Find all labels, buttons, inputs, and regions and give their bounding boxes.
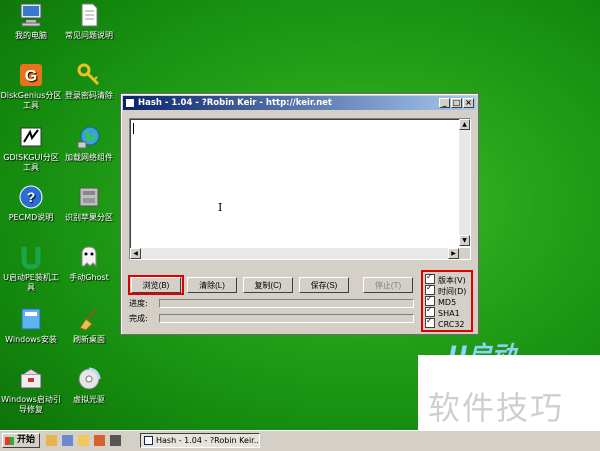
minimize-button[interactable]: _ <box>439 98 450 108</box>
desktop-icon-label: Windows启动引导修复 <box>1 395 61 414</box>
desktop-icon-label: 登录密码清除 <box>65 91 113 100</box>
checkbox-checked-icon <box>425 316 435 328</box>
desktop-icon-diskgenius[interactable]: G DiskGenius分区工具 <box>0 62 62 111</box>
desktop-icon-label: PECMD说明 <box>8 213 54 222</box>
desktop-icon-boot-repair[interactable]: Windows启动引导修复 <box>0 366 62 415</box>
stop-button[interactable]: 停止(T) <box>363 277 413 293</box>
checkbox-crc32[interactable]: CRC32 <box>425 316 465 329</box>
quicklaunch-explorer-icon[interactable] <box>46 435 57 446</box>
cd-icon <box>76 366 102 392</box>
scrollbar-corner <box>459 248 470 259</box>
quicklaunch-folder-icon[interactable] <box>78 435 89 446</box>
globe-icon <box>76 124 102 150</box>
desktop-icon-label: 虚拟光驱 <box>73 395 105 404</box>
document-icon <box>76 2 102 28</box>
start-button[interactable]: 开始 <box>2 433 40 448</box>
save-button[interactable]: 保存(S) <box>299 277 349 293</box>
complete-bar <box>159 314 414 323</box>
desktop-icon-virtual-drive[interactable]: 虚拟光驱 <box>58 366 120 405</box>
gdiskgui-icon <box>18 124 44 150</box>
checkbox-label: 时间(D) <box>438 287 467 296</box>
checkbox-label: MD5 <box>438 298 457 307</box>
broom-icon <box>76 306 102 332</box>
desktop-icon-windows-setup[interactable]: Windows安装 <box>0 306 62 345</box>
desktop-icon-faq[interactable]: 常见问题说明 <box>58 2 120 41</box>
task-label: Hash - 1.04 - ?Robin Keir... <box>156 436 260 445</box>
window-title: Hash - 1.04 - ?Robin Keir - http://keir.… <box>138 98 332 108</box>
desktop-icon-ghost[interactable]: 手动Ghost <box>58 244 120 283</box>
drive-icon <box>76 184 102 210</box>
taskbar-hash-window[interactable]: Hash - 1.04 - ?Robin Keir... <box>140 433 260 448</box>
quicklaunch-tool-icon[interactable] <box>62 435 73 446</box>
hash-window: Hash - 1.04 - ?Robin Keir - http://keir.… <box>120 93 479 335</box>
checkbox-label: SHA1 <box>438 309 460 318</box>
copy-button[interactable]: 复制(C) <box>243 277 293 293</box>
scroll-down-icon[interactable]: ▼ <box>459 235 470 246</box>
checkbox-label: 版本(V) <box>438 276 466 285</box>
quicklaunch-cmd-icon[interactable] <box>110 435 121 446</box>
desktop-icon-label: 刷新桌面 <box>73 335 105 344</box>
progress-label: 进度: <box>129 299 148 308</box>
vertical-scrollbar[interactable]: ▲ ▼ <box>459 119 470 246</box>
close-button[interactable]: × <box>463 98 474 108</box>
desktop-icon-label: 识别苹果分区 <box>65 213 113 222</box>
window-titlebar[interactable]: Hash - 1.04 - ?Robin Keir - http://keir.… <box>123 96 476 110</box>
progress-bar <box>159 299 414 308</box>
desktop-icon-label: 手动Ghost <box>69 273 109 282</box>
desktop-icon-label: U启动PE装机工具 <box>3 273 59 292</box>
start-label: 开始 <box>17 435 36 445</box>
desktop-icon-label: 常见问题说明 <box>65 31 113 40</box>
desktop-icon-refresh[interactable]: 刷新桌面 <box>58 306 120 345</box>
desktop-icon-label: 我的电脑 <box>15 31 47 40</box>
text-caret <box>133 123 134 134</box>
desktop-icon-password-clear[interactable]: 登录密码清除 <box>58 62 120 101</box>
watermark-text: 软件技巧 <box>428 389 565 427</box>
desktop-icon-upe-installer[interactable]: U启动PE装机工具 <box>0 244 62 293</box>
hash-output-textarea[interactable]: I ▲ ▼ ◀ ▶ <box>129 118 471 260</box>
desktop-icon-label: Windows安装 <box>5 335 57 344</box>
ghost-icon <box>76 244 102 270</box>
app-icon <box>125 98 135 108</box>
computer-icon <box>18 2 44 28</box>
desktop-icon-my-computer[interactable]: 我的电脑 <box>0 2 62 41</box>
svg-text:?: ? <box>27 189 36 205</box>
windows-flag-icon <box>5 437 14 445</box>
app-icon <box>144 436 153 445</box>
help-icon: ? <box>18 184 44 210</box>
diskgenius-icon: G <box>18 62 44 88</box>
svg-text:G: G <box>25 68 37 85</box>
scroll-up-icon[interactable]: ▲ <box>459 119 470 130</box>
desktop-icon-label: GDISKGUI分区工具 <box>3 153 59 172</box>
key-icon <box>76 62 102 88</box>
scroll-left-icon[interactable]: ◀ <box>130 248 141 259</box>
windows-setup-icon <box>18 306 44 332</box>
checkbox-label: CRC32 <box>438 320 465 329</box>
desktop-icon-apple-partition[interactable]: 识别苹果分区 <box>58 184 120 223</box>
desktop-icon-label: 加载网络组件 <box>65 153 113 162</box>
toolbox-icon <box>18 366 44 392</box>
complete-label: 完成: <box>129 314 148 323</box>
maximize-button[interactable]: □ <box>451 98 462 108</box>
scroll-right-icon[interactable]: ▶ <box>448 248 459 259</box>
desktop-icon-network[interactable]: 加载网络组件 <box>58 124 120 163</box>
desktop-icon-pecmd[interactable]: ? PECMD说明 <box>0 184 62 223</box>
desktop-icon-gdiskgui[interactable]: GDISKGUI分区工具 <box>0 124 62 173</box>
taskbar: 开始 Hash - 1.04 - ?Robin Keir... <box>0 430 600 451</box>
u-logo-icon <box>18 244 44 270</box>
clear-button[interactable]: 清除(L) <box>187 277 237 293</box>
ibeam-cursor-icon: I <box>218 201 223 214</box>
horizontal-scrollbar[interactable]: ◀ ▶ <box>130 248 459 259</box>
browse-button[interactable]: 浏览(B) <box>131 277 181 293</box>
desktop-icon-label: DiskGenius分区工具 <box>0 91 62 110</box>
quicklaunch-app-icon[interactable] <box>94 435 105 446</box>
